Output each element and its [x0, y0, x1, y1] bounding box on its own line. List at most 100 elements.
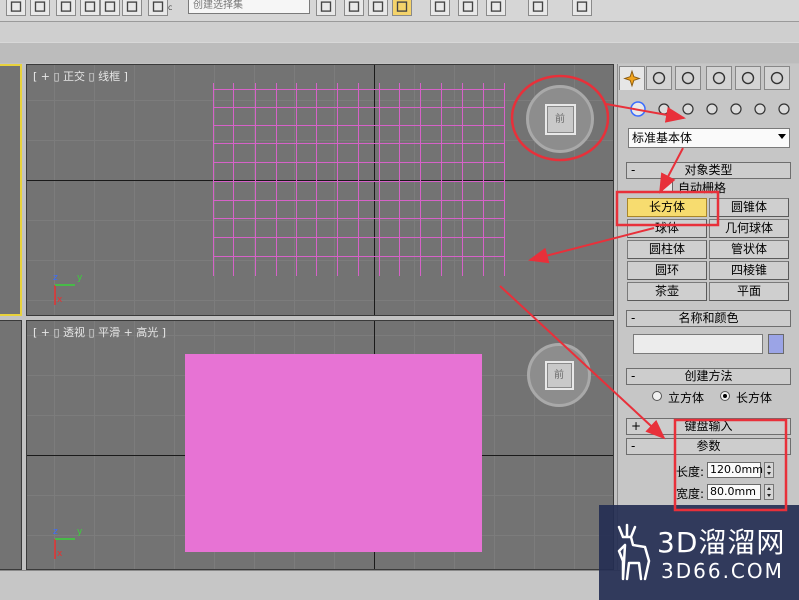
radio-box-label: 长方体	[736, 391, 773, 405]
object-type-button[interactable]: 茶壶	[627, 282, 707, 301]
left-viewport-partial[interactable]	[0, 320, 22, 570]
length-label: 长度:	[675, 465, 704, 479]
axis-x-label: x	[57, 549, 63, 559]
width-input[interactable]: 80.0mm	[707, 484, 761, 500]
tab-create-icon[interactable]	[619, 66, 645, 90]
perspective-viewport-label[interactable]: [ + ▯ 透视 ▯ 平滑 + 高光 ]	[33, 324, 166, 340]
viewcube[interactable]: 前	[527, 343, 591, 407]
wireframe-edge	[213, 143, 505, 144]
front-viewport[interactable]: [ + ▯ 正交 ▯ 线框 ] z y x 前	[26, 64, 614, 316]
wireframe-edge	[255, 83, 256, 276]
viewcube-face[interactable]: 前	[544, 360, 574, 390]
link-icon[interactable]	[6, 0, 26, 16]
object-type-button[interactable]: 几何球体	[709, 219, 789, 238]
width-spinner[interactable]	[764, 484, 774, 500]
object-type-button[interactable]: 四棱锥	[709, 261, 789, 280]
curve-editor-icon[interactable]	[392, 0, 412, 16]
category-dropdown[interactable]: 标准基本体	[628, 128, 790, 148]
select-icon[interactable]	[80, 0, 100, 16]
grid-line	[294, 65, 295, 315]
top-viewport-partial[interactable]	[0, 64, 22, 316]
wireframe-edge	[358, 83, 359, 276]
bind-icon[interactable]	[56, 0, 76, 16]
length-spinner[interactable]	[764, 462, 774, 478]
name-color-rollout-header[interactable]: - 名称和颜色	[626, 310, 791, 327]
object-type-button[interactable]: 圆锥体	[709, 198, 789, 217]
keyboard-entry-rollout-header[interactable]: + 键盘输入	[626, 418, 791, 435]
autogrid-checkbox[interactable]	[662, 181, 673, 192]
align-icon[interactable]	[344, 0, 364, 16]
parameters-title: 参数	[696, 439, 721, 453]
cameras-icon[interactable]	[702, 99, 722, 119]
wireframe-edge	[379, 83, 380, 276]
unlink-icon[interactable]	[30, 0, 50, 16]
grid-line	[27, 300, 613, 301]
systems-icon[interactable]	[774, 99, 794, 119]
world-axis-vertical	[374, 65, 375, 315]
viewcube-face[interactable]: 前	[544, 103, 576, 135]
render-setup-icon[interactable]	[486, 0, 506, 16]
wireframe-edge	[276, 83, 277, 276]
object-type-rollout-header[interactable]: - 对象类型	[626, 162, 791, 179]
named-selection-icon[interactable]	[148, 0, 168, 16]
tab-display-icon[interactable]	[735, 66, 761, 90]
axis-z-label: z	[53, 273, 58, 283]
name-color-title: 名称和颜色	[678, 311, 739, 325]
wireframe-edge	[316, 83, 317, 276]
parameters-rollout-header[interactable]: - 参数	[626, 438, 791, 455]
wireframe-edge	[399, 83, 400, 276]
object-color-swatch[interactable]	[768, 334, 784, 354]
object-type-button[interactable]: 长方体	[627, 198, 707, 217]
radio-box[interactable]	[720, 391, 730, 401]
select-by-name-icon[interactable]	[122, 0, 142, 16]
viewcube[interactable]: 前	[526, 85, 594, 153]
front-viewport-label[interactable]: [ + ▯ 正交 ▯ 线框 ]	[33, 68, 128, 84]
wireframe-edge	[213, 256, 505, 257]
object-type-button[interactable]: 管状体	[709, 240, 789, 259]
radio-cube[interactable]	[652, 391, 662, 401]
space-warps-icon[interactable]	[750, 99, 770, 119]
object-name-field[interactable]	[633, 334, 763, 354]
material-editor-icon[interactable]	[458, 0, 478, 16]
chevron-down-icon	[778, 134, 786, 139]
render-icon[interactable]	[572, 0, 592, 16]
object-type-button[interactable]: 圆柱体	[627, 240, 707, 259]
wireframe-edge	[296, 83, 297, 276]
mirror-icon[interactable]	[316, 0, 336, 16]
creation-method-rollout-header[interactable]: - 创建方法	[626, 368, 791, 385]
schematic-icon[interactable]	[430, 0, 450, 16]
named-selection-field[interactable]: 创建选择集	[188, 0, 310, 14]
axis-y-label: y	[77, 273, 83, 283]
object-type-button[interactable]: 球体	[627, 219, 707, 238]
wireframe-edge	[213, 125, 505, 126]
select-filter-icon[interactable]	[100, 0, 120, 16]
deer-logo-icon	[617, 523, 651, 581]
render-frame-icon[interactable]	[528, 0, 548, 16]
shapes-icon[interactable]	[654, 99, 674, 119]
length-input[interactable]: 120.0mm	[707, 462, 763, 478]
keyboard-entry-title: 键盘输入	[684, 419, 733, 433]
tab-utilities-icon[interactable]	[764, 66, 790, 90]
watermark-url: 3D66.COM	[661, 559, 784, 583]
layer-icon[interactable]	[368, 0, 388, 16]
tab-hierarchy-icon[interactable]	[675, 66, 701, 90]
viewcube-face-label: 前	[554, 369, 564, 381]
grid-line	[454, 65, 455, 315]
tab-modify-icon[interactable]	[646, 66, 672, 90]
max-workspace: 创建选择集 ABC [ + ▯ 正交 ▯ 线框 ] zyx前 [ + ▯ 透视 …	[0, 0, 799, 600]
wireframe-edge	[213, 237, 505, 238]
wireframe-edge	[233, 83, 234, 276]
grid-line	[27, 100, 613, 101]
grid-line	[94, 321, 95, 569]
grid-line	[414, 65, 415, 315]
grid-line	[494, 321, 495, 569]
geometry-icon[interactable]	[628, 99, 648, 119]
lights-icon[interactable]	[678, 99, 698, 119]
tab-motion-icon[interactable]	[706, 66, 732, 90]
box-object[interactable]	[185, 354, 482, 552]
wireframe-edge	[213, 218, 505, 219]
helpers-icon[interactable]	[726, 99, 746, 119]
category-dropdown-value: 标准基本体	[632, 131, 693, 145]
object-type-button[interactable]: 圆环	[627, 261, 707, 280]
object-type-button[interactable]: 平面	[709, 282, 789, 301]
